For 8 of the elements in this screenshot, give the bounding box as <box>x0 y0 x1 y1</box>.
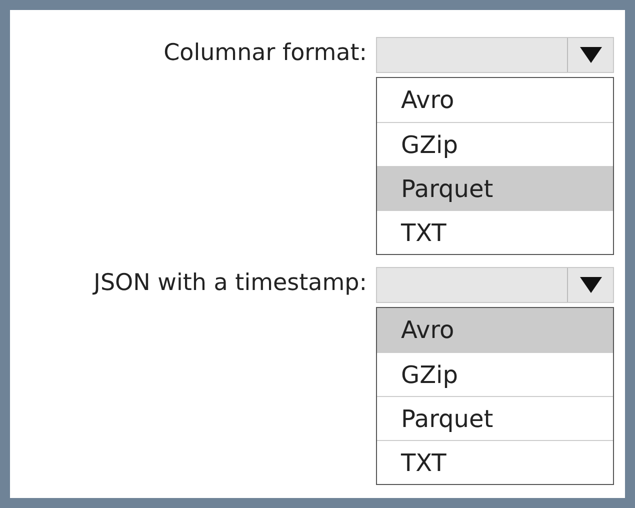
dropdown-field[interactable] <box>376 267 614 303</box>
caret-icon <box>580 277 602 293</box>
dropdown-label: Columnar format: <box>162 39 367 66</box>
caret-icon <box>580 47 602 63</box>
dropdown-field[interactable] <box>376 37 614 73</box>
dropdown-option[interactable]: Parquet <box>377 166 613 210</box>
dropdown-label: JSON with a timestamp: <box>92 269 367 296</box>
dropdown-option[interactable]: Avro <box>377 308 613 352</box>
